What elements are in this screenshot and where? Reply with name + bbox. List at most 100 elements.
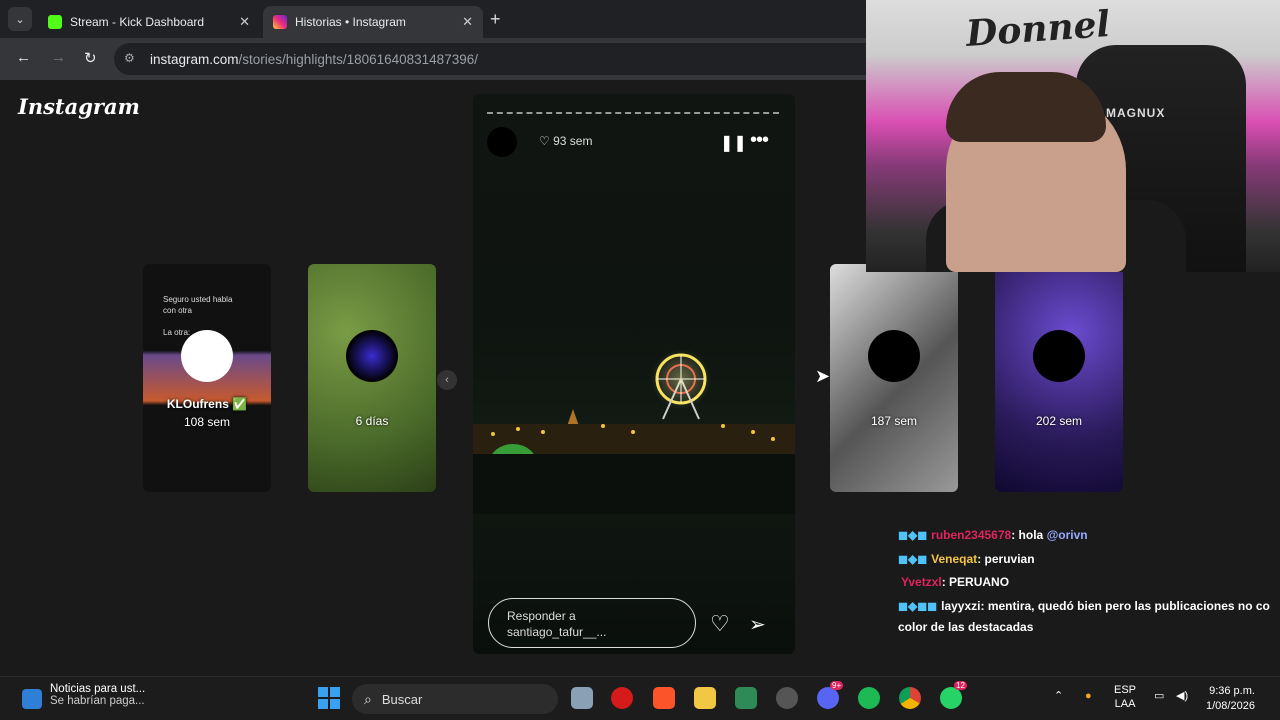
send-icon[interactable]: ➢ [749,612,766,637]
fairground-night-image [473,349,795,514]
like-heart-icon[interactable]: ♡ [710,611,730,637]
reload-icon[interactable]: ↻ [84,49,97,67]
story-viewer[interactable]: ♡ 93 sem ❚❚ ••• Responder a santiago_taf… [473,94,795,654]
close-tab-icon[interactable]: ✕ [462,14,473,30]
story-age: 202 sem [1035,414,1083,428]
discord-icon[interactable] [817,687,839,709]
chat-message: ◼◆◼ Veneqat: peruvian [898,548,1280,572]
card-caption: Seguro usted habla [163,295,233,304]
chat-text: : PERUANO [941,575,1010,589]
windows-start-icon[interactable] [318,687,340,709]
story-avatar [346,330,398,382]
chat-message-continuation: color de las destacadas [898,620,1034,634]
back-icon[interactable]: ← [16,49,31,66]
pause-icon[interactable]: ❚❚ [720,133,747,153]
tab-kick-dashboard[interactable]: Stream - Kick Dashboard ✕ [38,6,260,38]
chat-message: ◼◆◼◼ layyxzi: mentira, quedó bien pero la… [898,595,1280,619]
tab-title: Stream - Kick Dashboard [70,15,205,29]
whatsapp-icon[interactable] [940,687,962,709]
streamer-hair [946,72,1106,142]
tab-instagram-stories[interactable]: Historias • Instagram ✕ [263,6,483,38]
volume-icon[interactable]: ◀) [1176,689,1188,703]
mouse-pointer-icon: ➤ [815,366,831,386]
news-icon [22,689,42,709]
story-preview-card[interactable]: 6 días [308,264,436,492]
site-info-icon[interactable]: ⚙ [124,51,140,67]
kick-favicon-icon [48,15,62,29]
graffiti-wall-text: Donnel [964,3,1112,55]
chat-message: ◼◆◼ ruben2345678: hola @orivn [898,524,1280,548]
story-age: 187 sem [870,414,918,428]
obs-icon[interactable] [776,687,798,709]
tab-title: Historias • Instagram [295,15,406,29]
language-code: ESP [1114,684,1137,696]
chair-brand-label: MAGNUX [1106,106,1166,120]
story-username: KLOufrens ✅ [166,397,248,411]
address-bar[interactable]: ⚙ instagram.com/stories/highlights/18061… [114,43,866,75]
story-preview-card[interactable]: Seguro usted habla con otra La otra: KLO… [143,264,271,492]
new-tab-button[interactable]: + [490,9,501,30]
chat-username: ruben2345678 [931,528,1012,542]
close-tab-icon[interactable]: ✕ [239,14,250,30]
story-progress-bar [487,112,779,114]
app-icon[interactable] [735,687,757,709]
network-icon[interactable]: ▭ [1154,689,1164,703]
news-widget[interactable]: Noticias para ust... Se habrían paga... [22,683,145,709]
story-age: 6 días [355,414,389,428]
discord-badge: 9+ [830,681,844,690]
system-clock[interactable]: 9:36 p.m. 1/08/2026 [1206,684,1255,714]
chat-text: : peruvian [977,551,1035,566]
story-age: 108 sem [183,415,231,429]
story-time: 93 sem [553,134,593,148]
story-avatar [1033,330,1085,382]
url-host: instagram.com [150,51,239,67]
opera-icon[interactable] [611,687,633,709]
webcam-overlay: Donnel MAGNUX [866,0,1280,272]
news-title: Noticias para ust... [50,683,146,695]
browser-tab-bar: ⌄ Stream - Kick Dashboard ✕ Historias • … [0,0,866,38]
clock-time: 9:36 p.m. [1209,685,1255,697]
chat-username: Veneqat [931,551,978,566]
reply-input[interactable]: Responder a santiago_tafur__... [488,598,696,648]
chat-text: : mentira, quedó bien pero las publicaci… [980,598,1270,613]
chrome-icon[interactable] [899,687,921,709]
story-preview-card[interactable]: 187 sem [830,264,958,492]
chat-mention: @orivn [1046,528,1088,542]
url-path: /stories/highlights/18061640831487396/ [238,51,478,67]
file-explorer-icon[interactable] [694,687,716,709]
search-label: Buscar [381,691,423,707]
news-subtitle: Se habrían paga... [50,695,145,707]
previous-story-icon[interactable]: ‹ [437,370,457,390]
more-options-icon[interactable]: ••• [750,129,769,152]
chat-username: layyxzi [941,598,981,613]
tab-search-chevron-icon[interactable]: ⌄ [8,7,32,31]
story-avatar [868,330,920,382]
story-author-avatar[interactable] [487,127,517,157]
chat-badges-icon: ◼◆◼◼ [898,598,938,613]
story-timestamp: ♡ 93 sem [539,134,593,148]
whatsapp-badge: 12 [954,681,967,690]
screen: ⌄ Stream - Kick Dashboard ✕ Historias • … [0,0,1280,720]
keyboard-layout: LAA [1114,698,1136,710]
clock-date: 1/08/2026 [1206,700,1255,712]
address-toolbar: ← → ↻ ⚙ instagram.com/stories/highlights… [0,38,866,80]
task-view-icon[interactable] [571,687,593,709]
chat-text: : hola [1011,528,1047,542]
search-icon: ⌕ [364,690,372,707]
card-caption: con otra [163,306,192,315]
chat-username: Yvetzxl [901,575,942,589]
instagram-favicon-icon [273,15,287,29]
instagram-logo[interactable]: Instagram [18,94,140,119]
story-preview-card[interactable]: 202 sem [995,264,1123,492]
brave-icon[interactable] [653,687,675,709]
microphone-icon[interactable]: ● [1085,689,1092,703]
language-indicator[interactable]: ESP LAA [1114,683,1136,711]
chat-message: Yvetzxl: PERUANO [898,571,1280,595]
spotify-icon[interactable] [858,687,880,709]
story-avatar [181,330,233,382]
chat-badges-icon: ◼◆◼ [898,528,928,542]
taskbar-search[interactable]: ⌕ Buscar [352,684,558,714]
chevron-up-icon[interactable]: ⌃ [1054,689,1063,703]
forward-icon[interactable]: → [51,49,66,66]
windows-taskbar: Noticias para ust... Se habrían paga... … [0,676,1280,720]
